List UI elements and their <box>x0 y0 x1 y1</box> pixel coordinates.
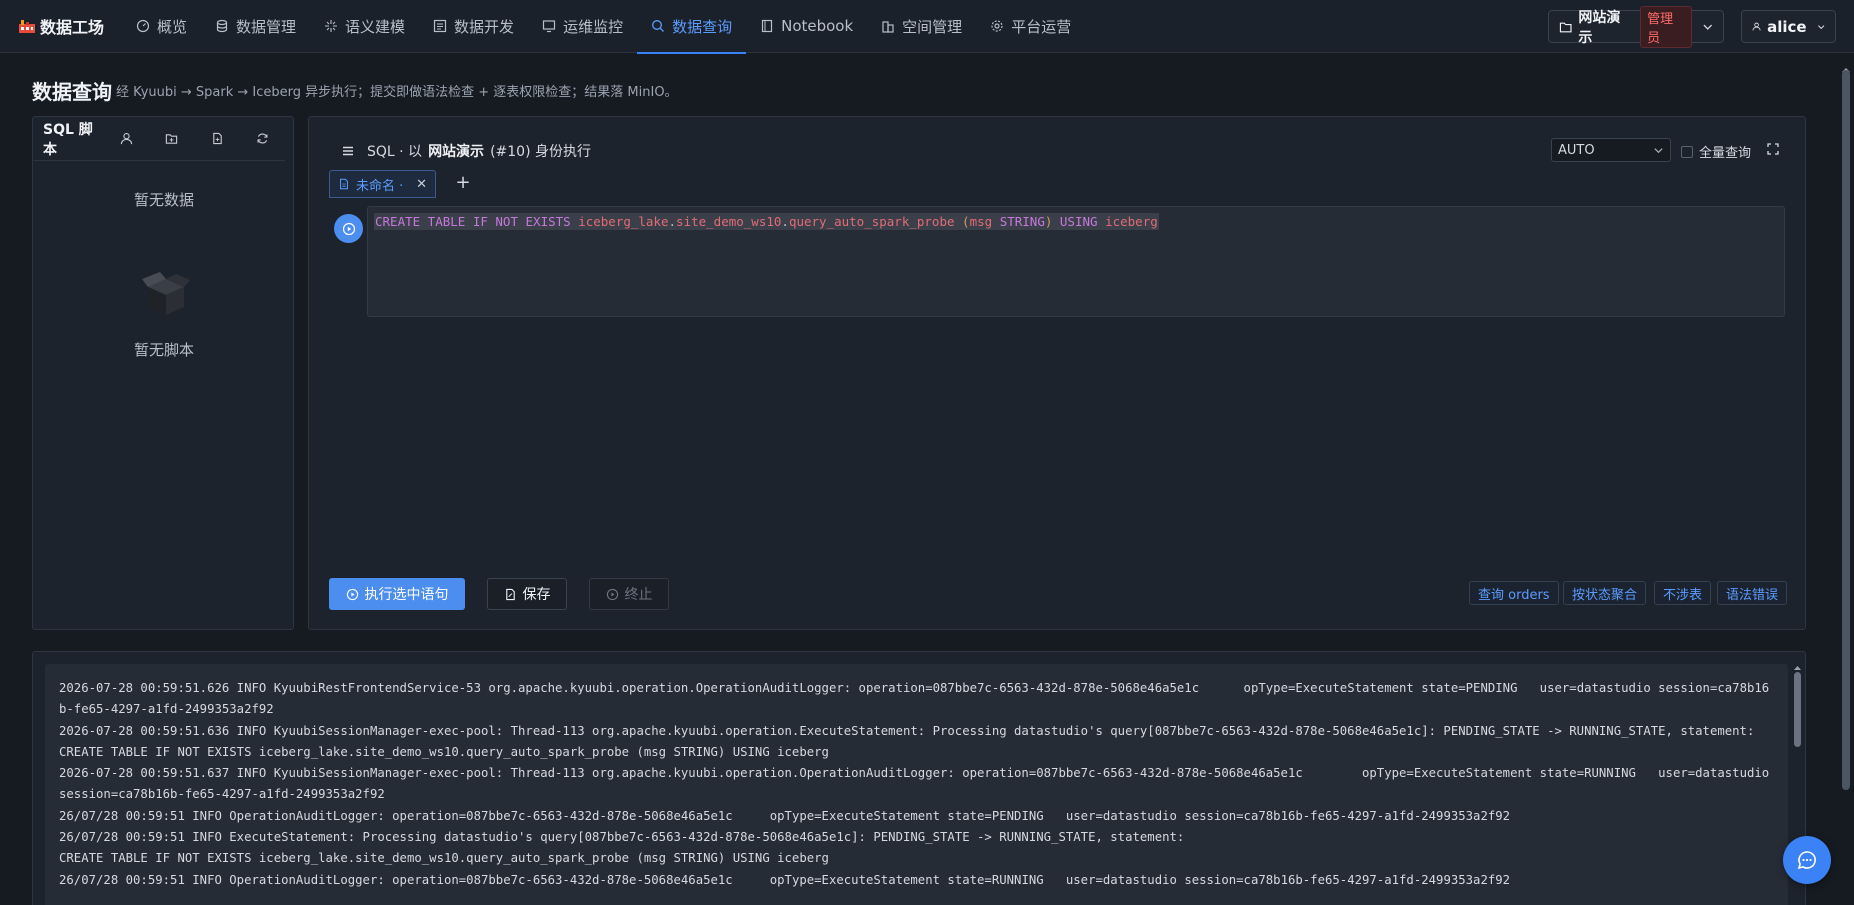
folder-plus-icon <box>166 134 178 144</box>
monitor-icon <box>542 20 556 33</box>
quick-query-orders[interactable]: 查询 orders <box>1469 581 1559 605</box>
code-icon <box>433 19 447 33</box>
execution-mode-label: SQL · 以 <box>367 144 423 160</box>
nav-item-data-management[interactable]: 数据管理 <box>201 0 310 53</box>
menu-icon[interactable] <box>341 144 355 158</box>
search-icon <box>652 20 665 32</box>
nav-item-ops-monitoring[interactable]: 运维监控 <box>528 0 637 53</box>
stop-button[interactable]: 终止 <box>589 578 669 610</box>
nav-item-notebook[interactable]: Notebook <box>746 0 867 53</box>
user-name: alice <box>1767 17 1807 36</box>
empty-data-text: 暂无数据 <box>133 191 194 209</box>
notebook-icon <box>761 19 773 33</box>
log-line: 26/07/28 00:59:51 INFO ExecuteStatement:… <box>59 830 1185 845</box>
execution-log-panel: 2026-07-28 00:59:51.626 INFO KyuubiRestF… <box>32 651 1806 905</box>
sql-code-editor[interactable]: CREATE TABLE IF NOT EXISTS iceberg_lake.… <box>367 206 1785 317</box>
play-circle-icon <box>342 222 355 235</box>
quick-syntax-error[interactable]: 语法错误 <box>1717 581 1788 605</box>
nav-item-data-development[interactable]: 数据开发 <box>419 0 528 53</box>
log-line: 2026-07-28 00:59:51.636 INFO KyuubiSessi… <box>59 723 1755 738</box>
full-query-checkbox[interactable]: 全量查询 <box>1681 142 1751 161</box>
log-line: CREATE TABLE IF NOT EXISTS iceberg_lake.… <box>59 744 829 759</box>
file-edit-icon <box>505 588 515 600</box>
role-badge: 管理员 <box>1640 5 1692 48</box>
new-folder-button[interactable] <box>149 132 194 145</box>
nav-item-semantic-modeling[interactable]: 语义建模 <box>310 0 419 53</box>
scroll-up-icon[interactable] <box>1793 664 1802 672</box>
empty-scripts-text: 暂无脚本 <box>133 341 194 359</box>
refresh-icon <box>257 133 268 144</box>
building-icon <box>882 21 894 33</box>
play-circle-icon <box>346 588 358 600</box>
app-name: 数据工场 <box>40 18 105 37</box>
file-plus-icon <box>212 132 222 145</box>
app-logo[interactable]: 数据工场 <box>0 14 122 38</box>
checkbox[interactable] <box>1681 145 1693 158</box>
empty-box-icon <box>138 265 194 321</box>
new-script-button[interactable] <box>195 132 240 145</box>
gear-icon <box>991 20 1003 32</box>
page-title: 数据查询 <box>32 80 112 104</box>
chevron-down-icon <box>1654 147 1663 153</box>
user-icon <box>120 133 133 145</box>
nav-item-overview[interactable]: 概览 <box>122 0 201 53</box>
nav-item-data-query[interactable]: 数据查询 <box>637 0 747 54</box>
log-line: 2026-07-28 00:59:51.626 INFO KyuubiRestF… <box>59 681 1770 717</box>
add-tab-button[interactable]: + <box>453 172 473 196</box>
main-nav: 概览 数据管理 语义建模 数据开发 运维监控 数据查询 Notebook 空间管… <box>122 0 1085 54</box>
fullscreen-icon[interactable] <box>1765 141 1781 157</box>
user-icon <box>1752 22 1761 31</box>
page-description: 经 Kyuubi → Spark → Iceberg 异步执行；提交即做语法检查… <box>116 85 678 100</box>
quick-no-table[interactable]: 不涉表 <box>1654 581 1712 605</box>
chat-icon <box>1797 851 1816 870</box>
log-line: 26/07/28 00:59:51 INFO OperationAuditLog… <box>59 872 1511 887</box>
database-icon <box>216 19 228 33</box>
scripts-panel-header: SQL 脚本 <box>33 117 285 161</box>
filter-mine-button[interactable] <box>104 132 149 145</box>
log-line: CREATE TABLE IF NOT EXISTS iceberg_lake.… <box>59 851 829 866</box>
execution-workspace: 网站演示 <box>428 144 485 160</box>
chat-assistant-button[interactable] <box>1783 836 1831 884</box>
user-menu[interactable]: alice <box>1741 10 1836 43</box>
dashboard-icon <box>136 19 150 33</box>
close-tab-icon[interactable]: ✕ <box>416 177 427 192</box>
execution-identity: (#10) 身份执行 <box>490 144 591 160</box>
stop-circle-icon <box>606 588 618 600</box>
chevron-down-icon <box>1817 24 1824 29</box>
sparkle-icon <box>325 20 338 32</box>
log-line: 26/07/28 00:59:51 INFO OperationAuditLog… <box>59 808 1511 823</box>
execution-log[interactable]: 2026-07-28 00:59:51.626 INFO KyuubiRestF… <box>45 664 1788 905</box>
page-scrollbar[interactable] <box>1840 62 1852 905</box>
scripts-panel-title: SQL 脚本 <box>43 121 93 158</box>
page-scrollbar-thumb[interactable] <box>1842 70 1850 790</box>
file-icon <box>340 178 348 190</box>
workspace-switcher[interactable]: 网站演示 管理员 <box>1548 5 1724 48</box>
engine-select[interactable]: AUTO <box>1551 138 1671 162</box>
code-line: CREATE TABLE IF NOT EXISTS iceberg_lake.… <box>374 213 1159 230</box>
tab-untitled[interactable]: 未命名 · ✕ <box>329 170 436 198</box>
workspace-name: 网站演示 <box>1578 9 1621 46</box>
factory-icon <box>18 18 36 34</box>
quick-group-by-status[interactable]: 按状态聚合 <box>1563 581 1647 605</box>
run-selected-button[interactable]: 执行选中语句 <box>329 578 465 610</box>
log-line: 2026-07-28 00:59:51.637 INFO KyuubiSessi… <box>59 766 1770 802</box>
nav-item-space-management[interactable]: 空间管理 <box>867 0 976 53</box>
refresh-button[interactable] <box>240 132 285 145</box>
save-button[interactable]: 保存 <box>487 578 567 610</box>
run-line-button[interactable] <box>334 214 363 243</box>
sql-scripts-panel: SQL 脚本 暂无数据 暂无脚本 <box>32 116 294 630</box>
log-scrollbar-thumb[interactable] <box>1794 672 1801 747</box>
sql-editor-panel: SQL · 以 网站演示 (#10) 身份执行 AUTO 全量查询 未命名 · … <box>308 116 1806 630</box>
chevron-down-icon <box>1702 24 1712 30</box>
editor-header: SQL · 以 网站演示 (#10) 身份执行 <box>341 141 591 161</box>
nav-item-platform-ops[interactable]: 平台运营 <box>976 0 1085 53</box>
top-navbar: 数据工场 概览 数据管理 语义建模 数据开发 运维监控 数据查询 Noteboo… <box>0 0 1854 54</box>
folder-icon <box>1559 22 1572 32</box>
